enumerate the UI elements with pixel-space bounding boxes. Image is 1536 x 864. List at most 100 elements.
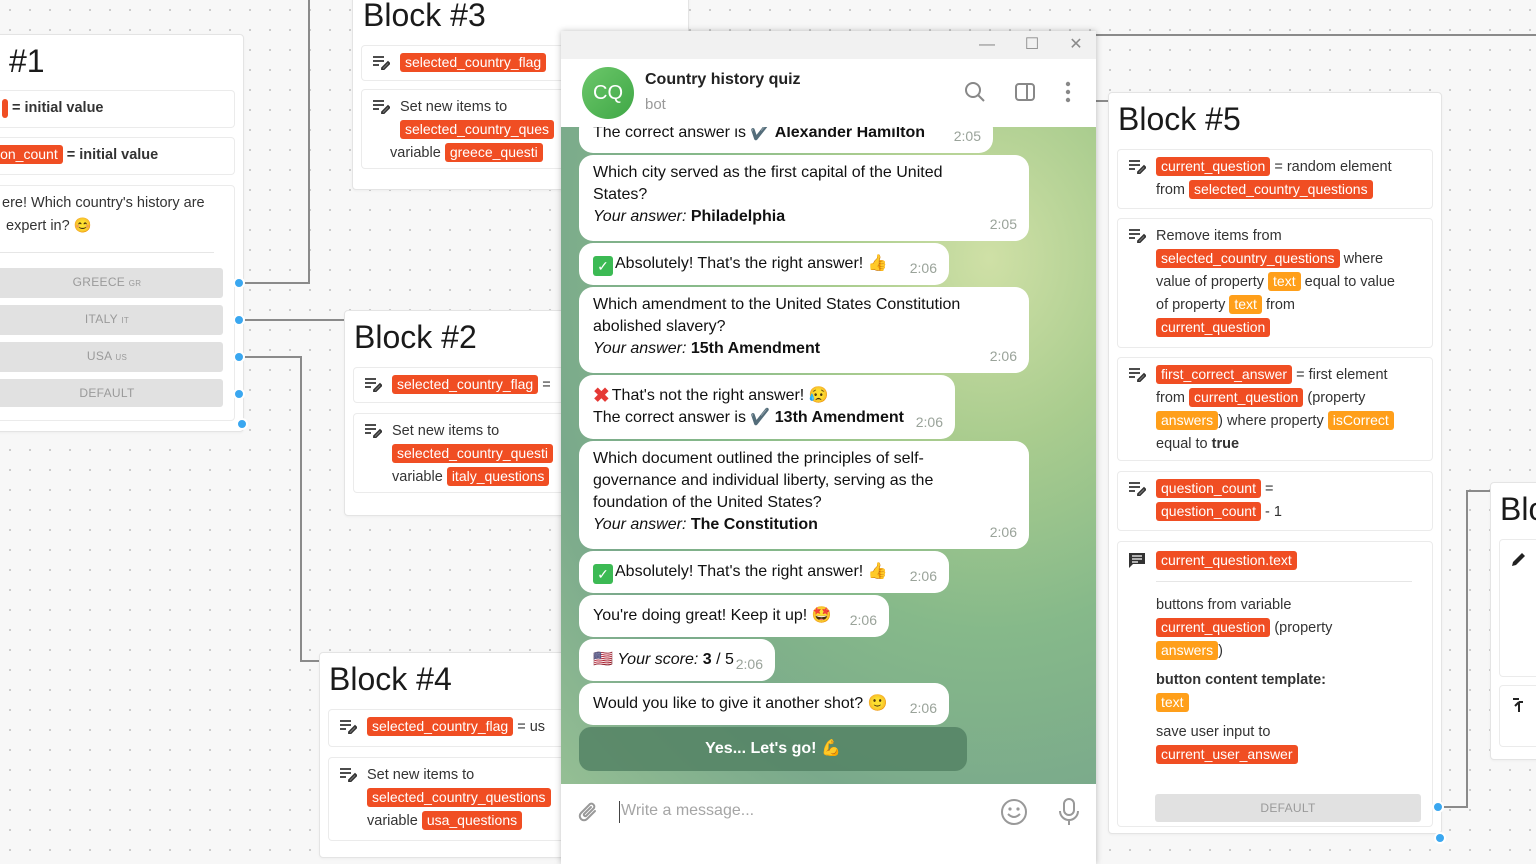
variable-tag: first_correct_answer xyxy=(1156,365,1293,384)
redirect-icon xyxy=(1513,698,1523,712)
item-text: variable xyxy=(367,813,418,829)
connector-dot[interactable] xyxy=(1432,801,1444,813)
item-text: save user input to xyxy=(1156,724,1271,740)
chat-name[interactable]: Country history quiz xyxy=(645,71,801,89)
block-4[interactable]: Block #4 selected_country_flag = us Set … xyxy=(319,652,588,858)
message-input-bar: Write a message... xyxy=(561,784,1096,864)
block-item[interactable] xyxy=(1499,685,1536,747)
set-variable-item[interactable]: ion_count = initial value xyxy=(0,137,235,175)
item-text: ) xyxy=(1218,643,1223,659)
set-variable-item[interactable]: = initial value xyxy=(0,90,235,128)
variable-tag: selected_country_ques xyxy=(400,120,554,139)
button-greece[interactable]: GREECE GR xyxy=(0,268,223,298)
connector-dot[interactable] xyxy=(233,388,245,400)
telegram-window[interactable]: — ☐ ✕ CQ Country history quiz bot The co… xyxy=(561,31,1096,864)
inline-keyboard-button[interactable]: Yes... Let's go! 💪 xyxy=(579,727,967,771)
edit-list-icon xyxy=(1129,368,1146,382)
item-text: = initial value xyxy=(12,100,104,116)
block-item[interactable] xyxy=(1499,539,1536,677)
remove-items-item[interactable]: Remove items from selected_country_quest… xyxy=(1117,218,1433,348)
edit-list-icon xyxy=(373,100,390,114)
answer-value: Philadelphia xyxy=(690,208,786,225)
chat-bubble-icon xyxy=(1129,553,1145,568)
item-text: from xyxy=(1265,297,1295,313)
message-bubble[interactable]: ✓ Absolutely! That's the right answer! 👍 … xyxy=(579,551,949,593)
item-text: Set new items to xyxy=(367,767,475,783)
message-item[interactable]: current_question.text buttons from varia… xyxy=(1117,541,1433,827)
set-list-item[interactable]: Set new items to selected_country_questi… xyxy=(353,413,583,493)
chat-messages[interactable]: The correct answer is ✔️ Alexander Hamil… xyxy=(561,127,1096,784)
answer-label: Your answer: xyxy=(593,340,687,357)
message-time: 2:06 xyxy=(909,260,937,276)
message-time: 2:06 xyxy=(915,414,943,430)
variable-tag: selected_country_flag xyxy=(400,53,547,72)
variable-tag xyxy=(2,98,8,118)
answer-value: The Constitution xyxy=(690,516,818,533)
connector-line xyxy=(300,356,302,662)
set-variable-item[interactable]: question_count = question_count - 1 xyxy=(1117,471,1433,531)
connector-dot[interactable] xyxy=(233,314,245,326)
property-tag: isCorrect xyxy=(1327,411,1394,430)
microphone-icon[interactable] xyxy=(1058,797,1080,827)
button-default[interactable]: DEFAULT xyxy=(1155,794,1421,822)
property-tag: answers xyxy=(1156,411,1219,430)
message-bubble[interactable]: The correct answer is ✔️ Alexander Hamil… xyxy=(579,127,993,153)
variable-tag: selected_country_flag xyxy=(392,375,539,394)
message-bubble[interactable]: Which document outlined the principles o… xyxy=(579,441,1029,549)
message-bubble[interactable]: ✓ Absolutely! That's the right answer! 👍 … xyxy=(579,243,949,285)
item-text: variable xyxy=(392,469,443,485)
connector-dot[interactable] xyxy=(1434,832,1446,844)
block-2[interactable]: Block #2 selected_country_flag = Set new… xyxy=(344,310,583,516)
set-variable-item[interactable]: current_question = random element from s… xyxy=(1117,149,1433,209)
more-menu-icon[interactable] xyxy=(1064,81,1072,103)
block-6[interactable]: Blo xyxy=(1490,482,1536,760)
property-tag: text xyxy=(1268,272,1301,291)
message-bubble[interactable]: 🇺🇸 Your score: 3 / 5 2:06 xyxy=(579,639,775,681)
flag-icon: 🇺🇸 xyxy=(593,651,613,668)
item-text: ) where property xyxy=(1218,413,1324,429)
button-usa[interactable]: USA US xyxy=(0,342,223,372)
button-default[interactable]: DEFAULT xyxy=(0,379,223,407)
message-bubble[interactable]: ✖ That's not the right answer! 😥 The corr… xyxy=(579,375,955,439)
message-text: expert in? 😊 xyxy=(6,218,92,234)
connector-dot[interactable] xyxy=(236,418,248,430)
set-variable-item[interactable]: selected_country_flag = xyxy=(353,367,583,403)
block-title: Block #5 xyxy=(1118,101,1241,137)
maximize-button[interactable]: ☐ xyxy=(1020,35,1044,55)
answer-value: 15th Amendment xyxy=(690,340,821,357)
variable-tag: current_question xyxy=(1156,618,1271,637)
set-list-item[interactable]: Set new items to selected_country_questi… xyxy=(328,757,588,841)
message-bubble[interactable]: Would you like to give it another shot? … xyxy=(579,683,949,725)
edit-list-icon xyxy=(365,424,382,438)
item-text: of property xyxy=(1156,297,1226,313)
variable-tag: question_count xyxy=(1156,502,1261,521)
block-title: #1 xyxy=(9,43,45,79)
set-variable-item[interactable]: selected_country_flag = us xyxy=(328,709,588,747)
edit-list-icon xyxy=(340,768,357,782)
connector-dot[interactable] xyxy=(233,351,245,363)
item-text: = random element xyxy=(1274,159,1392,175)
close-button[interactable]: ✕ xyxy=(1064,35,1088,55)
item-text: variable xyxy=(390,145,441,161)
message-bubble[interactable]: Which amendment to the United States Con… xyxy=(579,287,1029,373)
sidebar-toggle-icon[interactable] xyxy=(1014,81,1036,103)
message-text: ere! Which country's history are xyxy=(2,195,205,211)
block-1[interactable]: #1 = initial value ion_count = initial v… xyxy=(0,34,244,432)
check-icon: ✓ xyxy=(593,564,613,584)
message-text: Would you like to give it another shot? … xyxy=(593,695,888,712)
message-bubble[interactable]: Which city served as the first capital o… xyxy=(579,155,1029,241)
first-element-item[interactable]: first_correct_answer = first element fro… xyxy=(1117,357,1433,461)
minimize-button[interactable]: — xyxy=(975,35,999,55)
emoji-icon[interactable] xyxy=(1000,798,1028,826)
score-value: 3 xyxy=(702,651,712,668)
item-text: from xyxy=(1156,182,1185,198)
item-text: Remove items from xyxy=(1156,228,1282,244)
message-bubble[interactable]: You're doing great! Keep it up! 🤩 2:06 xyxy=(579,595,889,637)
message-input[interactable]: Write a message... xyxy=(621,802,754,820)
attach-icon[interactable] xyxy=(577,800,601,826)
connector-dot[interactable] xyxy=(233,277,245,289)
avatar[interactable]: CQ xyxy=(582,67,634,119)
search-icon[interactable] xyxy=(964,81,986,103)
button-italy[interactable]: ITALY IT xyxy=(0,305,223,335)
block-5[interactable]: Block #5 current_question = random eleme… xyxy=(1108,92,1442,834)
